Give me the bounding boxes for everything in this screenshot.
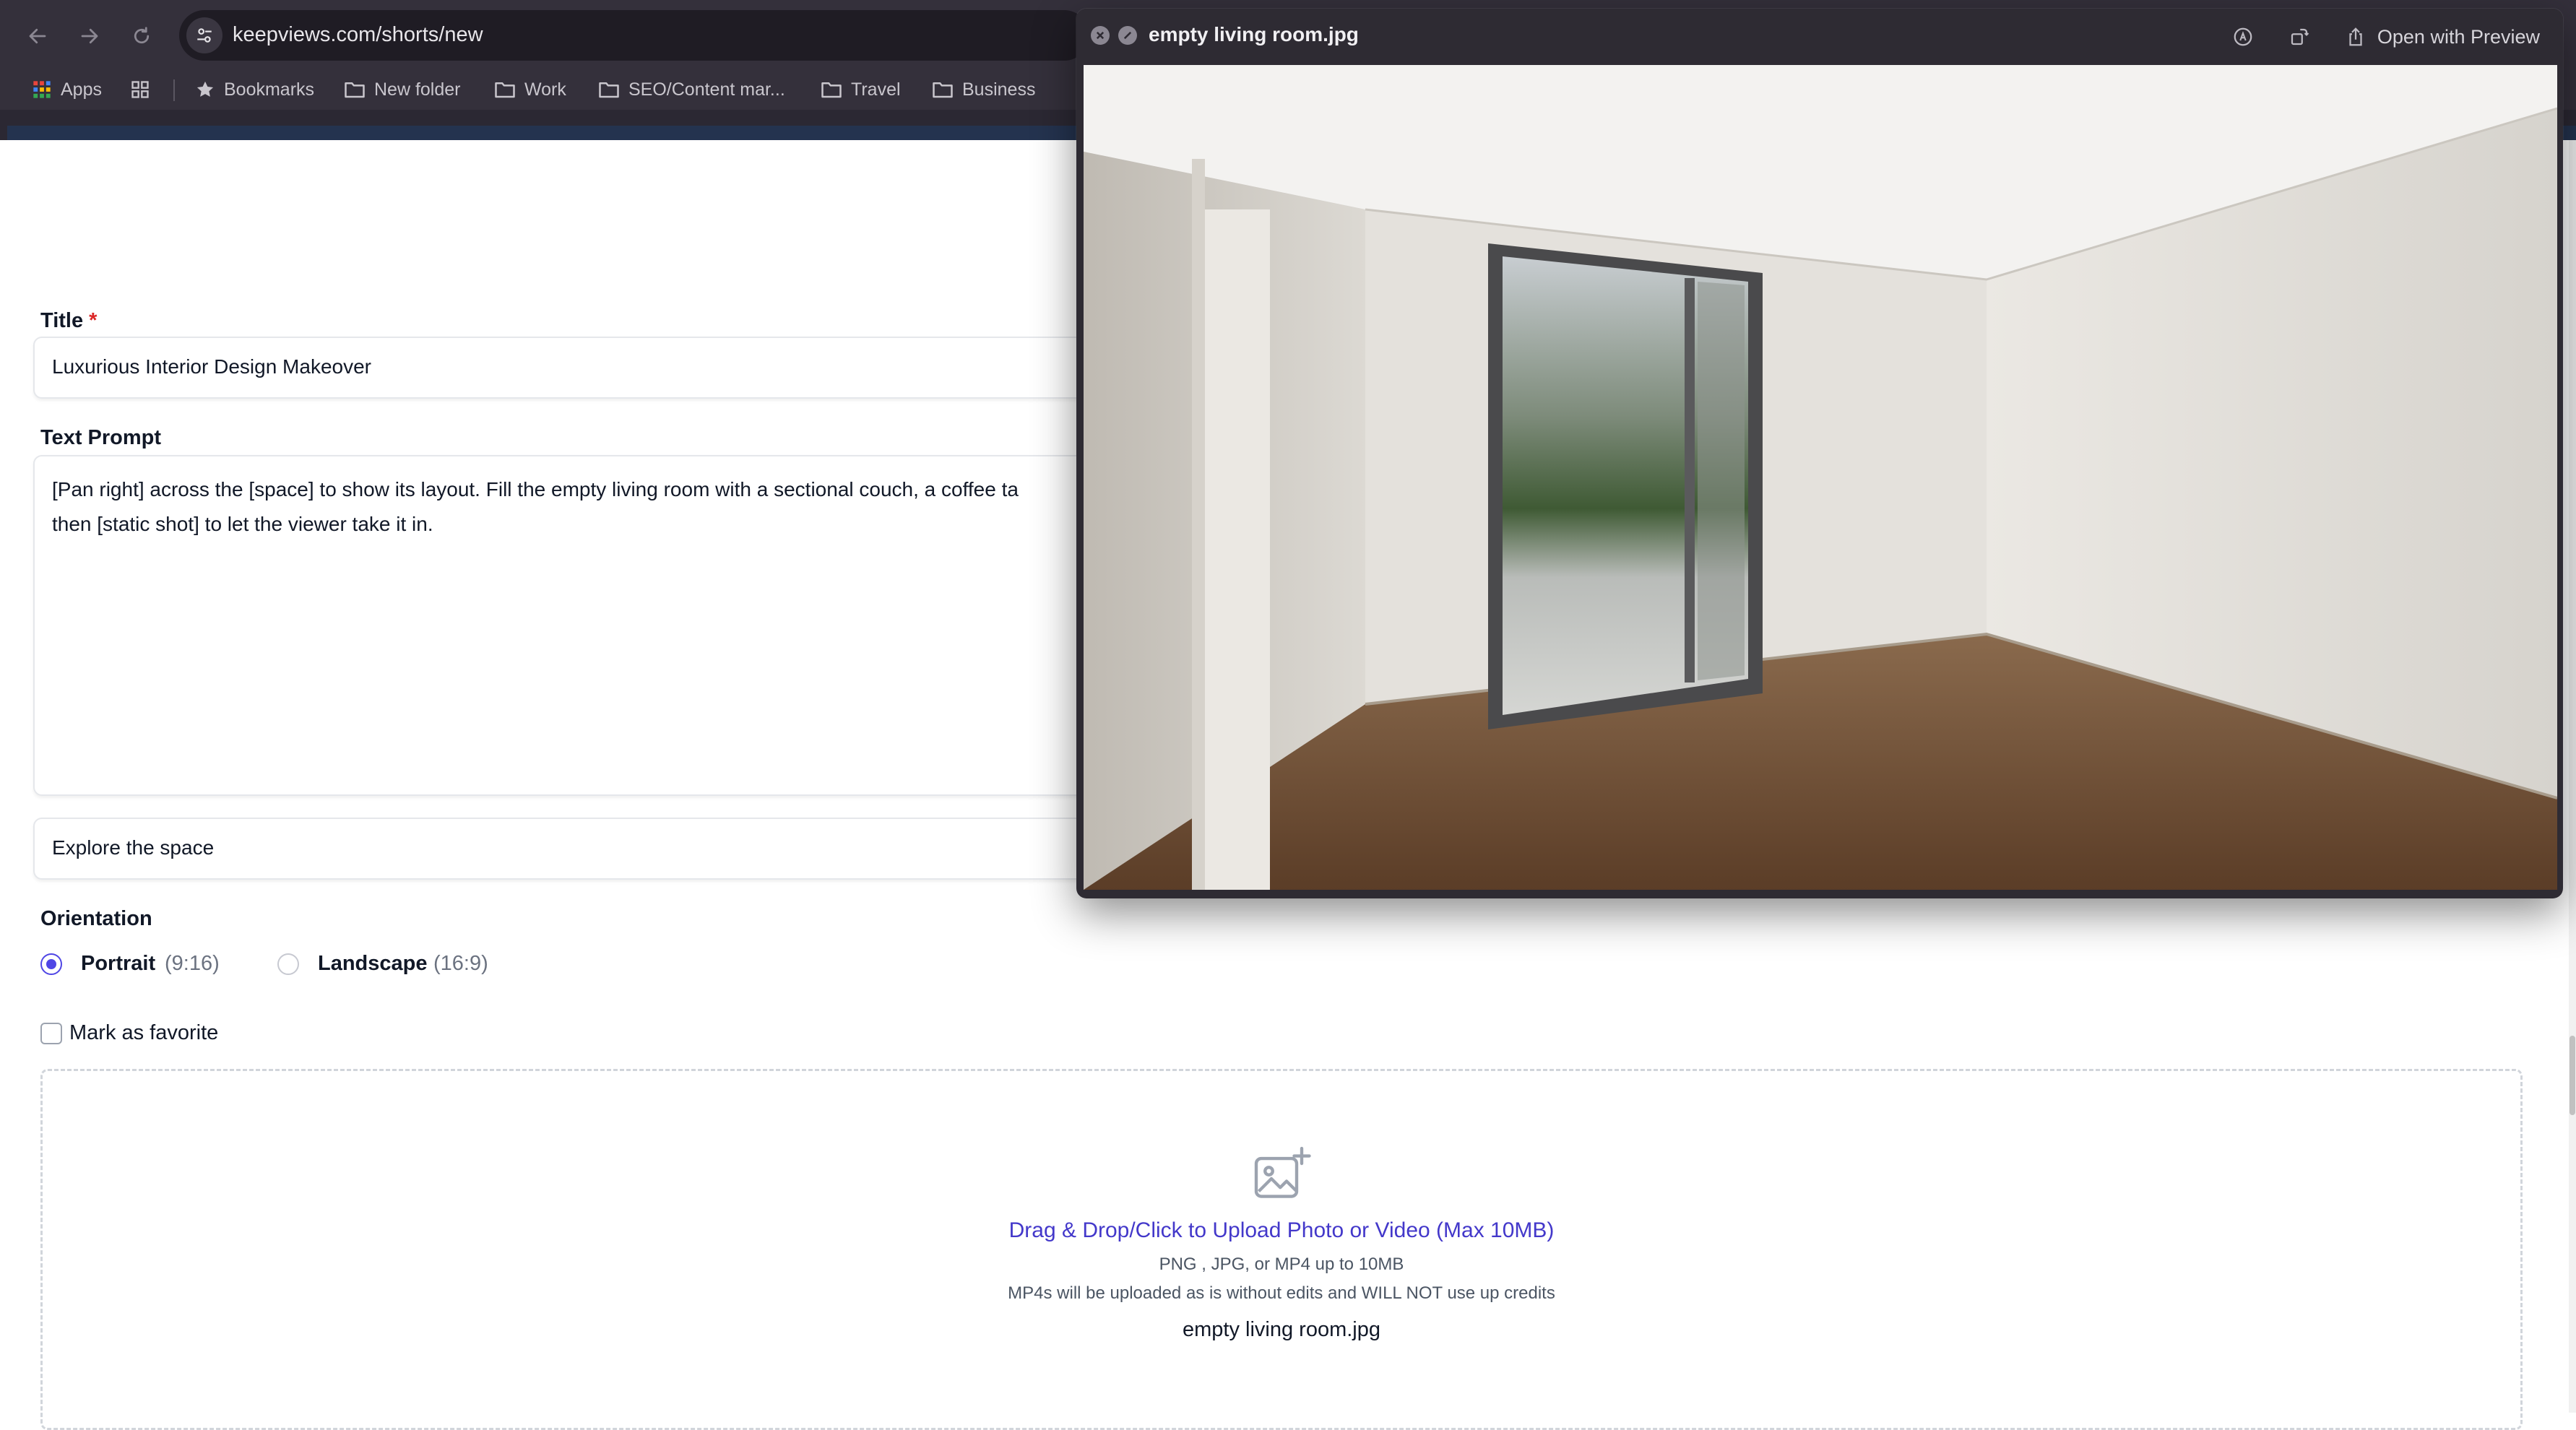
url-text: keepviews.com/shorts/new [233, 23, 483, 46]
text-prompt-label: Text Prompt [40, 426, 162, 449]
required-mark: * [89, 309, 98, 332]
room-image [1084, 65, 2557, 890]
upload-dropzone[interactable]: Drag & Drop/Click to Upload Photo or Vid… [40, 1069, 2523, 1430]
scrollbar[interactable] [2569, 140, 2576, 1413]
arrow-left-icon [29, 28, 46, 44]
bookmark-new-folder[interactable]: New folder [344, 75, 461, 104]
bookmark-travel[interactable]: Travel [821, 75, 901, 104]
folder-icon [599, 82, 619, 98]
upload-cta[interactable]: Drag & Drop/Click to Upload Photo or Vid… [43, 1218, 2520, 1243]
title-input-value: Luxurious Interior Design Makeover [52, 355, 371, 378]
orientation-label: Orientation [40, 907, 152, 930]
rotate-button[interactable] [2287, 25, 2312, 49]
title-label: Title * [40, 309, 97, 333]
upload-note: MP4s will be uploaded as is without edit… [1008, 1283, 1555, 1303]
close-button[interactable] [1091, 26, 1110, 45]
bookmark-label: Business [962, 79, 1036, 100]
tune-icon [197, 28, 212, 43]
folder-icon [345, 82, 365, 98]
uploaded-filename: empty living room.jpg [1183, 1318, 1380, 1341]
bookmark-seo[interactable]: SEO/Content mar... [598, 75, 785, 104]
address-bar[interactable]: keepviews.com/shorts/new [179, 10, 1089, 61]
folder-icon [495, 82, 515, 98]
open-with-preview-button[interactable]: Open with Preview [2366, 19, 2551, 55]
bookmarks-divider [173, 79, 175, 101]
grid-icon [131, 81, 149, 98]
title-label-text: Title [40, 309, 84, 332]
bookmark-label: Apps [61, 79, 102, 100]
markup-icon [2234, 27, 2252, 46]
quicklook-title: empty living room.jpg [1149, 23, 1359, 46]
share-icon [2349, 27, 2362, 46]
portrait-radio[interactable] [40, 953, 62, 975]
favorite-label[interactable]: Mark as favorite [69, 1021, 218, 1045]
bookmark-work[interactable]: Work [494, 75, 566, 104]
bookmark-label: Travel [851, 79, 901, 100]
back-button[interactable] [20, 19, 55, 53]
tab-groups-button[interactable] [130, 75, 159, 104]
folder-icon [821, 82, 842, 98]
close-icon [1096, 31, 1105, 40]
scroll-thumb[interactable] [2569, 1036, 2575, 1115]
image-plus-icon [1254, 1146, 1311, 1198]
bookmark-label: Bookmarks [224, 79, 315, 100]
rotate-icon [2291, 28, 2309, 46]
share-button[interactable] [2343, 25, 2368, 49]
bookmark-label: New folder [374, 79, 461, 100]
portrait-ratio: (9:16) [165, 952, 220, 975]
favorite-checkbox[interactable] [40, 1023, 62, 1044]
bookmark-business[interactable]: Business [932, 75, 1035, 104]
fullscreen-button[interactable] [1118, 26, 1137, 45]
grid-icon [33, 81, 51, 98]
upload-formats: PNG , JPG, or MP4 up to 10MB [1159, 1254, 1404, 1274]
upload-icon-wrap [43, 1143, 2520, 1208]
star-icon [196, 81, 214, 97]
fullscreen-icon [1123, 31, 1132, 40]
forward-button[interactable] [72, 19, 107, 53]
landscape-label[interactable]: Landscape [318, 952, 428, 976]
arrow-right-icon [81, 28, 98, 44]
bookmark-bookmarks[interactable]: Bookmarks [195, 75, 314, 104]
bookmark-label: Work [524, 79, 566, 100]
landscape-ratio: (16:9) [433, 952, 488, 975]
portrait-label[interactable]: Portrait [81, 952, 155, 976]
quicklook-window: empty living room.jpg Open with Preview [1076, 9, 2563, 898]
folder-icon [933, 82, 953, 98]
site-settings-button[interactable] [186, 17, 222, 53]
reload-icon [134, 27, 150, 44]
landscape-radio[interactable] [277, 953, 299, 975]
bookmark-label: SEO/Content mar... [628, 79, 785, 100]
style-select-value: Explore the space [52, 836, 215, 859]
markup-button[interactable] [2231, 25, 2255, 49]
reload-button[interactable] [124, 19, 159, 53]
bookmark-apps[interactable]: Apps [32, 75, 102, 104]
quicklook-titlebar[interactable]: empty living room.jpg Open with Preview [1076, 9, 2563, 65]
